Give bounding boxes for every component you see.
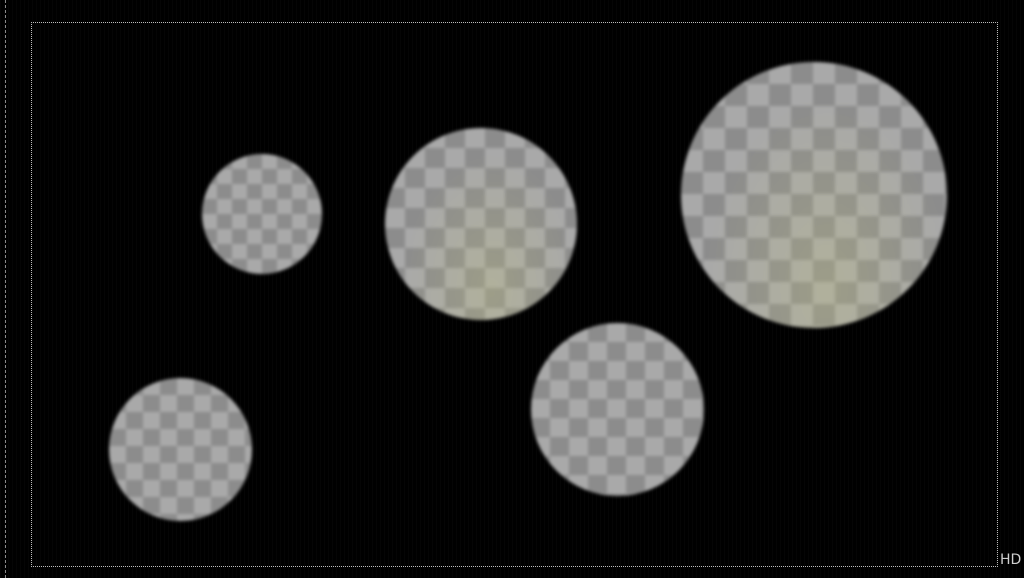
left-guide-line bbox=[5, 0, 6, 578]
disc-large-right[interactable] bbox=[681, 62, 947, 328]
disc-bottom-center[interactable] bbox=[531, 323, 704, 496]
viewer-canvas[interactable]: HD bbox=[0, 0, 1024, 578]
disc-small-top[interactable] bbox=[202, 154, 322, 274]
disc-medium-center[interactable] bbox=[385, 128, 577, 320]
disc-bottom-left[interactable] bbox=[109, 378, 252, 521]
format-label: HD bbox=[1000, 552, 1022, 568]
